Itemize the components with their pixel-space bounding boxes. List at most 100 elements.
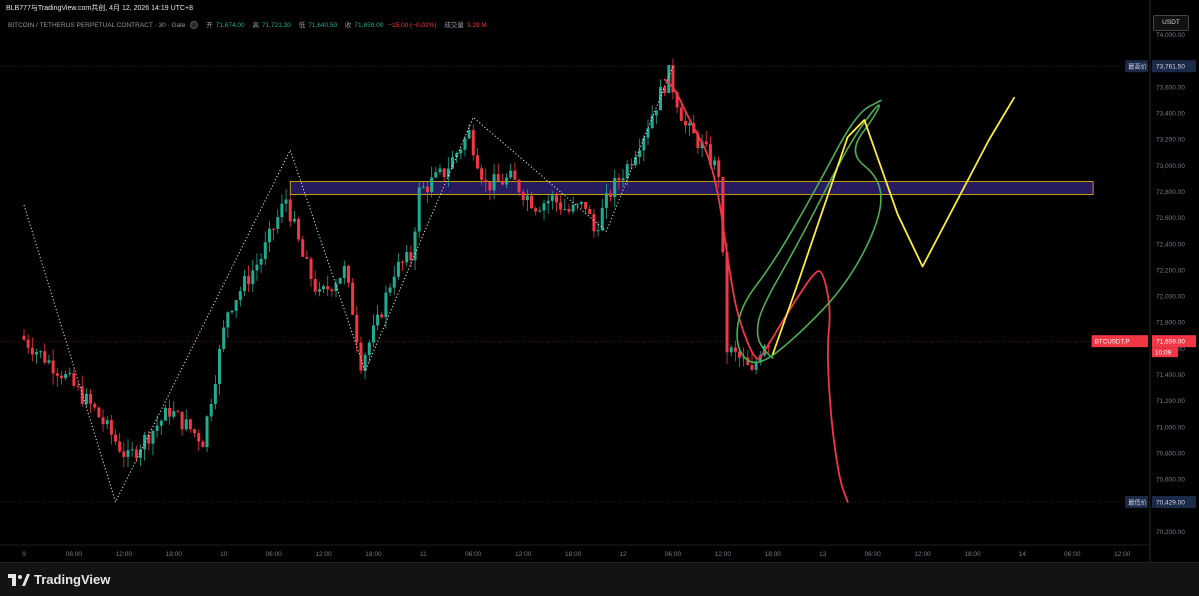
candle-body [238,291,242,301]
candle-body [276,217,280,230]
low-price-value: 70,429.00 [1156,500,1185,507]
low-price-label: 最低价 [1128,498,1148,507]
candle-body [484,179,488,183]
candle-body [417,187,421,232]
candle-body [380,314,384,318]
candle-body [405,252,409,263]
candle-body [513,170,517,180]
x-tick-label: 9 [22,551,26,558]
candle-body [155,425,159,431]
candle-body [168,407,172,417]
candle-body [130,449,134,451]
candle-body [554,195,558,203]
x-tick-label: 12:00 [515,551,532,558]
green-freehand-loop[interactable] [736,99,882,364]
candle-body [559,202,563,210]
candle-body [575,204,579,206]
candle-body [609,193,613,197]
y-tick-label: 73,400.00 [1156,110,1185,117]
candle-body [683,120,687,126]
candle-body [401,261,405,263]
price-zone-rectangle[interactable] [289,181,1094,195]
x-tick-label: 11 [420,551,427,558]
candle-body [342,265,346,278]
red-freehand-projection[interactable] [663,78,849,503]
y-tick-label: 72,400.00 [1156,241,1185,248]
x-tick-label: 12:00 [116,551,133,558]
candle-body [292,218,296,222]
candle-body [534,208,538,212]
candle-body [376,314,380,326]
candle-body [305,256,309,259]
candle-body [59,375,63,379]
candle-body [84,393,88,404]
candle-body [47,360,51,363]
candle-body [517,179,521,193]
y-tick-label: 73,200.00 [1156,137,1185,144]
candle-body [346,265,350,283]
candle-body [313,278,317,292]
candle-body [505,177,509,185]
y-tick-label: 73,600.00 [1156,84,1185,91]
x-tick-label: 10 [220,551,228,558]
y-tick-label: 71,000.00 [1156,424,1185,431]
current-price-label: BTCUSDT.P [1095,339,1130,346]
candle-body [733,347,737,352]
x-tick-label: 18:00 [365,551,382,558]
candle-body [163,407,167,421]
candle-body [463,138,467,150]
candle-body [679,107,683,121]
candle-body [280,203,284,218]
candle-body [584,201,588,209]
candle-body [688,123,692,126]
candle-body [388,287,392,293]
candle-body [114,434,118,442]
candle-body [351,282,355,315]
x-tick-label: 18:00 [964,551,981,558]
x-tick-label: 18:00 [166,551,183,558]
candle-body [629,164,633,166]
candle-body [93,403,97,408]
candle-body [26,339,30,348]
candle-body [384,292,388,318]
candle-body [334,283,338,292]
candle-body [122,451,126,457]
candle-body [396,261,400,277]
x-tick-label: 12:00 [715,551,732,558]
candle-body [421,186,425,188]
candle-body [338,277,342,284]
x-tick-label: 18:00 [565,551,582,558]
candle-body [288,199,292,222]
yellow-projection-path[interactable] [771,96,1015,356]
candle-body [704,141,708,145]
candle-body [550,195,554,201]
candle-body [180,411,184,430]
candle-body [538,210,542,212]
candle-body [201,441,205,448]
candle-body [521,192,525,201]
y-tick-label: 71,200.00 [1156,398,1185,405]
tradingview-logo[interactable]: TradingView [8,572,110,587]
candle-body [638,150,642,157]
candle-body [426,186,430,192]
candle-body [579,201,583,205]
candle-body [663,87,667,93]
high-price-value: 73,761.50 [1156,64,1185,71]
candle-body [205,416,209,448]
candle-body [617,177,621,181]
candle-body [546,200,550,204]
candle-body [218,348,222,385]
candle-body [43,351,47,363]
x-tick-label: 06:00 [665,551,682,558]
candle-body [496,174,500,181]
price-chart[interactable]: 74,000.00 73,600.00 73,400.00 73,200.00 73,0… [0,0,1199,562]
candle-body [309,258,313,279]
candle-body [322,286,326,290]
x-tick-label: 12:00 [914,551,931,558]
y-tick-label: 70,800.00 [1156,451,1185,458]
candle-body [500,180,504,185]
y-tick-label: 72,600.00 [1156,215,1185,222]
x-tick-label: 06:00 [265,551,282,558]
candle-body [509,170,513,178]
x-tick-label: 18:00 [765,551,782,558]
